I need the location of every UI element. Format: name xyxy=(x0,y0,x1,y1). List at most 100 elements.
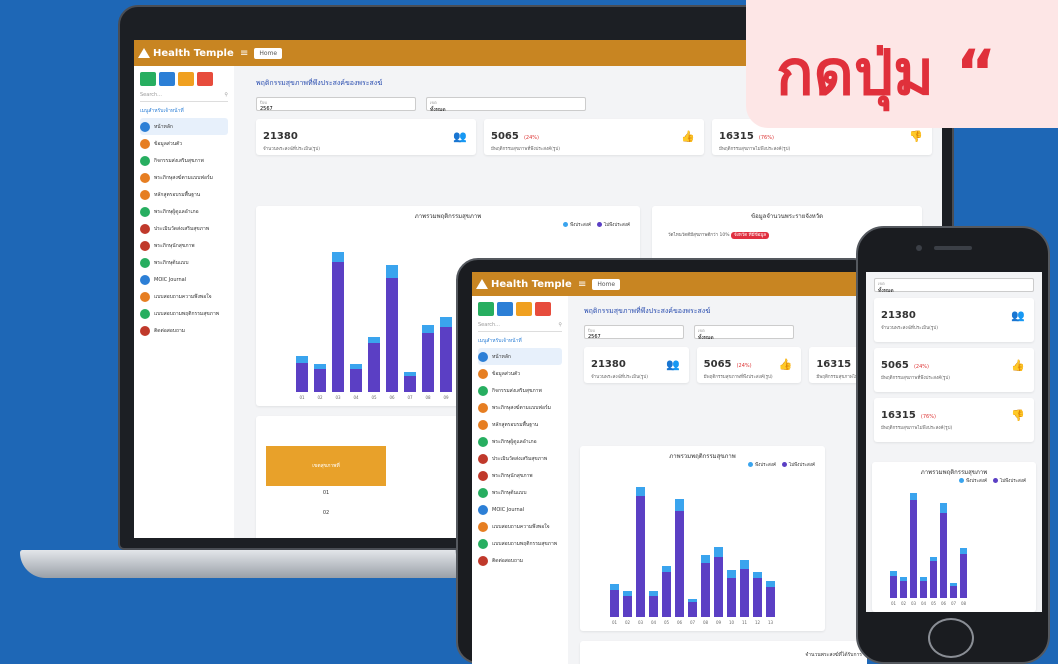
area-select[interactable]: เขต ทั้งหมด xyxy=(426,97,586,113)
sidebar-item-label: หน้าหลัก xyxy=(154,123,173,130)
sidebar-item[interactable]: ข้อมูลส่วนตัว xyxy=(478,365,562,382)
edit-icon[interactable] xyxy=(497,302,513,316)
chart-icon[interactable] xyxy=(478,302,494,316)
menu-bullet-icon xyxy=(478,385,488,396)
user-icon[interactable] xyxy=(178,72,194,86)
menu-bullet-icon xyxy=(478,453,488,464)
area-select[interactable]: เขต ทั้งหมด xyxy=(694,325,794,341)
sidebar-item-label: แบบสอบถามพฤติกรรมสุขภาพ xyxy=(154,310,220,317)
sidebar-item[interactable]: แบบสอบถามความพึงพอใจ xyxy=(478,518,562,535)
bar-segment-undesirable xyxy=(440,326,452,392)
sidebar-item[interactable]: พระภิกษุต้นแบบ xyxy=(140,254,228,271)
sidebar-item[interactable]: พระภิกษุสงฆ์ตามแบบฟอร์ม xyxy=(478,399,562,416)
sidebar-item-label: ประเมินวัดส่งเสริมสุขภาพ xyxy=(492,455,548,462)
sidebar-menu: หน้าหลักข้อมูลส่วนตัว กิจกรรมส่งเสริมสุขภ… xyxy=(140,118,228,339)
sidebar-item[interactable]: พระภิกษุผู้ดูแลอำเภอ xyxy=(140,203,228,220)
sidebar-item[interactable]: พระภิกษุผู้ดูแลอำเภอ xyxy=(478,433,562,450)
sidebar-item[interactable]: พระภิกษุนักสุขภาพ xyxy=(140,237,228,254)
stat-number: 21380 xyxy=(263,131,298,142)
sidebar-item[interactable]: หน้าหลัก xyxy=(140,118,228,135)
stat-percent: (76%) xyxy=(758,135,774,141)
phone-home-button[interactable] xyxy=(928,618,974,658)
bar-segment-undesirable xyxy=(662,571,671,617)
year-select[interactable]: ปีงบ 2567 xyxy=(584,325,684,340)
chart-bar: 01 xyxy=(610,583,619,625)
sidebar-item[interactable]: กิจกรรมส่งเสริมสุขภาพ xyxy=(478,382,562,399)
x-tick-label: 08 xyxy=(960,601,967,606)
sidebar-item-label: ข้อมูลส่วนตัว xyxy=(492,370,521,377)
bar-segment-undesirable xyxy=(714,556,723,617)
search-icon: ⚲ xyxy=(224,92,228,98)
chart-bar: 01 xyxy=(890,571,897,606)
chart-title: ภาพรวมพฤติกรรมสุขภาพ xyxy=(414,213,482,220)
sidebar-item[interactable]: กิจกรรมส่งเสริมสุขภาพ xyxy=(140,152,228,169)
stat-card: 5065 (24%) มีพฤติกรรมสุขภาพที่พึงประสงค์(… xyxy=(696,347,802,383)
brand-name[interactable]: Health Temple xyxy=(491,279,572,290)
sidebar-item[interactable]: ประเมินวัดส่งเสริมสุขภาพ xyxy=(478,450,562,467)
home-button[interactable]: Home xyxy=(592,278,621,290)
sidebar-item[interactable]: ประเมินวัดส่งเสริมสุขภาพ xyxy=(140,220,228,237)
sidebar-item-label: หลักสูตรอบรมพื้นฐาน xyxy=(154,191,201,198)
sidebar-item[interactable]: หน้าหลัก xyxy=(478,348,562,365)
stat-number: 5065 xyxy=(491,131,519,142)
stat-number: 16315 xyxy=(881,410,916,421)
sidebar-item[interactable]: ติดต่อสอบถาม xyxy=(478,552,562,569)
menu-bullet-icon xyxy=(140,274,150,285)
menu-toggle-icon[interactable]: ≡ xyxy=(578,279,586,290)
stat-label: มีพฤติกรรมสุขภาพไม่พึงประสงค์(รูป) xyxy=(881,426,953,431)
menu-bullet-icon xyxy=(140,308,150,319)
x-tick-label: 05 xyxy=(371,395,377,400)
year-value: 2567 xyxy=(260,106,273,112)
menu-bullet-icon xyxy=(478,538,488,549)
x-tick-label: 06 xyxy=(676,620,683,625)
user-icon[interactable] xyxy=(516,302,532,316)
sidebar-item[interactable]: พระภิกษุต้นแบบ xyxy=(478,484,562,501)
bar-segment-undesirable xyxy=(350,369,362,392)
sidebar-item[interactable]: หลักสูตรอบรมพื้นฐาน xyxy=(478,416,562,433)
bar-segment-undesirable xyxy=(675,511,684,617)
sidebar-item-label: พระภิกษุนักสุขภาพ xyxy=(492,472,533,479)
chart-icon[interactable] xyxy=(140,72,156,86)
page-title: พฤติกรรมสุขภาพที่พึงประสงค์ของพระสงฆ์ xyxy=(584,307,711,315)
brand[interactable]: Health Temple xyxy=(138,48,234,59)
menu-bullet-icon xyxy=(140,291,150,302)
area-value: ทั้งหมด xyxy=(430,107,446,113)
x-tick-label: 02 xyxy=(624,620,631,625)
edit-icon[interactable] xyxy=(159,72,175,86)
phone-camera xyxy=(916,245,922,251)
menu-bullet-icon xyxy=(478,555,488,566)
bar-segment-undesirable xyxy=(910,500,917,598)
sidebar-item[interactable]: ติดต่อสอบถาม xyxy=(140,322,228,339)
bar-segment-desirable xyxy=(422,325,434,334)
menu-header: เมนูสำหรับเจ้าหน้าที่ xyxy=(140,108,184,114)
close-icon[interactable] xyxy=(535,302,551,316)
sidebar-item[interactable]: แบบสอบถามพฤติกรรมสุขภาพ xyxy=(140,305,228,322)
chart-bar: 02 xyxy=(314,364,326,400)
sidebar-item[interactable]: MOIC Journal xyxy=(140,271,228,288)
x-tick-label: 04 xyxy=(920,601,927,606)
search-input[interactable]: Search... ⚲ xyxy=(140,92,228,102)
x-tick-label: 01 xyxy=(611,620,618,625)
area-select[interactable]: เขต ทั้งหมด xyxy=(874,278,1034,294)
sidebar-item[interactable]: หลักสูตรอบรมพื้นฐาน xyxy=(140,186,228,203)
thumbs-up-icon: 👍 xyxy=(778,358,793,371)
sidebar-item[interactable]: ข้อมูลส่วนตัว xyxy=(140,135,228,152)
stat-number: 21380 xyxy=(881,310,916,321)
x-tick-label: 11 xyxy=(741,620,748,625)
bar-segment-undesirable xyxy=(636,496,645,617)
menu-toggle-icon[interactable]: ≡ xyxy=(240,48,248,59)
close-icon[interactable] xyxy=(197,72,213,86)
home-button[interactable]: Home xyxy=(254,47,283,59)
sidebar-item[interactable]: แบบสอบถามความพึงพอใจ xyxy=(140,288,228,305)
sidebar-item[interactable]: แบบสอบถามพฤติกรรมสุขภาพ xyxy=(478,535,562,552)
sidebar-item[interactable]: พระภิกษุนักสุขภาพ xyxy=(478,467,562,484)
search-input[interactable]: Search... ⚲ xyxy=(478,322,562,332)
sidebar-item-label: พระภิกษุต้นแบบ xyxy=(154,259,189,266)
sidebar-item-label: พระภิกษุสงฆ์ตามแบบฟอร์ม xyxy=(154,174,213,181)
bar-segment-undesirable xyxy=(950,585,957,598)
year-select[interactable]: ปีงบ 2567 xyxy=(256,97,416,112)
sidebar-item[interactable]: MOIC Journal xyxy=(478,501,562,518)
x-tick-label: 13 xyxy=(767,620,774,625)
sidebar-item-label: กิจกรรมส่งเสริมสุขภาพ xyxy=(492,387,542,394)
sidebar-item[interactable]: พระภิกษุสงฆ์ตามแบบฟอร์ม xyxy=(140,169,228,186)
